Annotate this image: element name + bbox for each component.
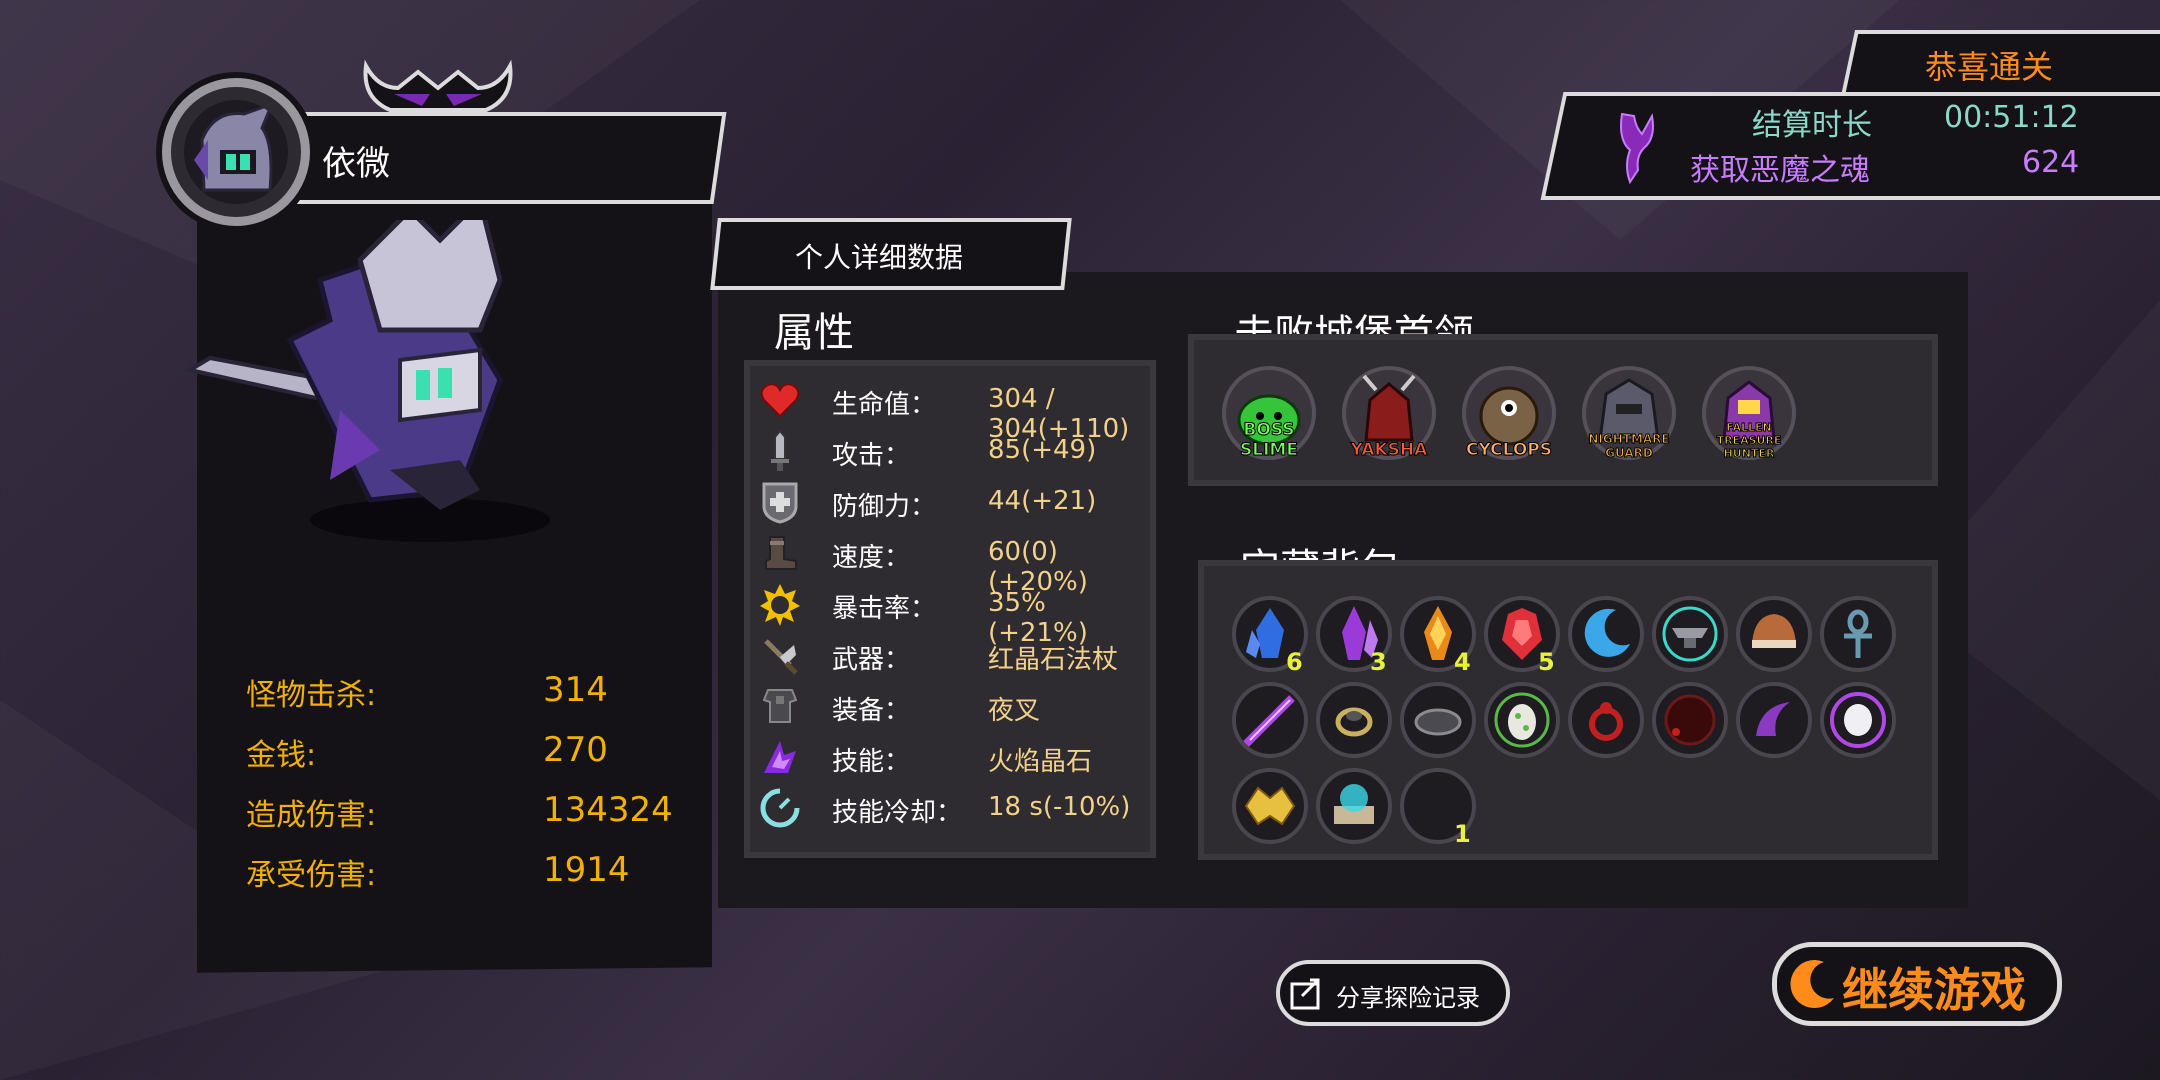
attr-equipment-value: 夜叉 — [988, 696, 1041, 726]
play-time-label: 结算时长 — [1752, 108, 1872, 143]
attr-crit-label: 暴击率： — [832, 594, 937, 624]
congrats-title: 恭喜通关 — [1925, 48, 2054, 86]
shield-icon — [758, 482, 802, 524]
attr-speed-label: 速度： — [832, 543, 911, 573]
boss-list: BOSS SLIME YAKSHA CYCLOPS NIGHTMARE GUAR… — [1222, 366, 1922, 466]
attr-equipment-label: 装备： — [832, 696, 911, 726]
damage-dealt-label: 造成伤害: — [246, 798, 377, 833]
attr-attack-value: 85(+49) — [988, 435, 1097, 465]
damage-taken-value: 1914 — [543, 850, 630, 890]
purple-crystal-count: 3 — [1370, 648, 1387, 676]
attr-attack-label: 攻击： — [832, 441, 911, 471]
boss-cyclops-icon[interactable]: CYCLOPS — [1462, 366, 1556, 461]
anvil-icon[interactable] — [1652, 596, 1728, 672]
attr-cooldown-value: 18 s(-10%) — [988, 792, 1131, 822]
armor-icon — [758, 686, 802, 726]
boss-yaksha-label: YAKSHA — [1350, 440, 1428, 461]
orange-crystal-count: 4 — [1454, 648, 1471, 676]
knight-helmet-icon — [194, 101, 275, 192]
boss-slime-icon[interactable]: BOSS SLIME — [1222, 366, 1316, 461]
boss-nightmare-guard-icon[interactable]: NIGHTMARE GUARD — [1582, 366, 1676, 461]
purple-sword-icon[interactable] — [1232, 682, 1308, 758]
boot-icon — [758, 533, 802, 573]
gold-ring-icon[interactable] — [1316, 682, 1392, 758]
boss-nightmare-guard-label: NIGHTMARE GUARD — [1588, 432, 1670, 461]
red-amulet-icon[interactable] — [1568, 682, 1644, 758]
continue-game-label: 继续游戏 — [1842, 963, 2026, 1017]
boss-fallen-treasure-hunter-label: FALLEN TREASURE HUNTER — [1716, 421, 1782, 461]
skill-icon — [758, 737, 802, 777]
boss-slime-label: BOSS SLIME — [1240, 420, 1299, 461]
demon-soul-icon — [1620, 112, 1654, 185]
sword-icon — [758, 429, 802, 471]
demon-souls-label: 获取恶魔之魂 — [1690, 153, 1870, 188]
boss-yaksha-icon[interactable]: YAKSHA — [1342, 366, 1436, 461]
attr-hp-label: 生命值： — [832, 390, 937, 420]
gray-stone-icon[interactable] — [1400, 682, 1476, 758]
boss-fallen-treasure-hunter-icon[interactable]: FALLEN TREASURE HUNTER — [1702, 366, 1796, 461]
attr-skill-value: 火焰晶石 — [988, 747, 1093, 777]
magic-scroll-icon[interactable] — [1316, 768, 1392, 844]
gold-value: 270 — [543, 730, 608, 770]
red-crystal-count: 5 — [1538, 648, 1555, 676]
crescent-moon-icon[interactable] — [1568, 596, 1644, 672]
crit-sun-icon — [758, 584, 802, 626]
attr-cooldown-label: 技能冷却： — [832, 798, 963, 828]
boss-cyclops-label: CYCLOPS — [1465, 440, 1553, 461]
purple-claw-icon[interactable] — [1736, 682, 1812, 758]
golden-beast-icon[interactable] — [1232, 768, 1308, 844]
knight-character-icon — [184, 220, 550, 542]
tab-personal-details-label: 个人详细数据 — [795, 241, 964, 274]
play-time-value: 00:51:12 — [1944, 100, 2079, 135]
ankh-icon[interactable] — [1820, 596, 1896, 672]
treasure-grid: 6 3 4 5 1 — [1232, 596, 1912, 856]
kills-value: 314 — [543, 670, 608, 710]
attributes-title: 属性 — [774, 310, 854, 356]
damage-taken-label: 承受伤害: — [246, 858, 377, 893]
damage-dealt-value: 134324 — [543, 790, 673, 830]
egg-icon[interactable] — [1484, 682, 1560, 758]
attr-weapon-value: 红晶石法杖 — [988, 645, 1119, 675]
share-record-label: 分享探险记录 — [1336, 984, 1480, 1012]
attr-defense-label: 防御力： — [832, 492, 937, 522]
crescent-icon — [1790, 960, 1834, 1009]
empty-slot-count: 1 — [1454, 820, 1471, 848]
avatar-portrait — [184, 100, 288, 204]
weapon-icon — [758, 635, 802, 675]
heart-icon — [758, 380, 802, 420]
attr-defense-value: 44(+21) — [988, 486, 1097, 516]
player-name: 依微 — [322, 144, 390, 184]
attr-skill-label: 技能： — [832, 747, 911, 777]
demon-souls-value: 624 — [2022, 145, 2080, 180]
blue-crystal-count: 6 — [1286, 648, 1303, 676]
attr-weapon-label: 武器： — [832, 645, 911, 675]
dark-red-orb-icon[interactable] — [1652, 682, 1728, 758]
share-icon — [1290, 978, 1320, 1010]
gold-label: 金钱: — [246, 738, 317, 773]
helmet-icon[interactable] — [1736, 596, 1812, 672]
kills-label: 怪物击杀: — [246, 678, 377, 713]
cooldown-icon — [758, 788, 802, 828]
white-feather-icon[interactable] — [1820, 682, 1896, 758]
